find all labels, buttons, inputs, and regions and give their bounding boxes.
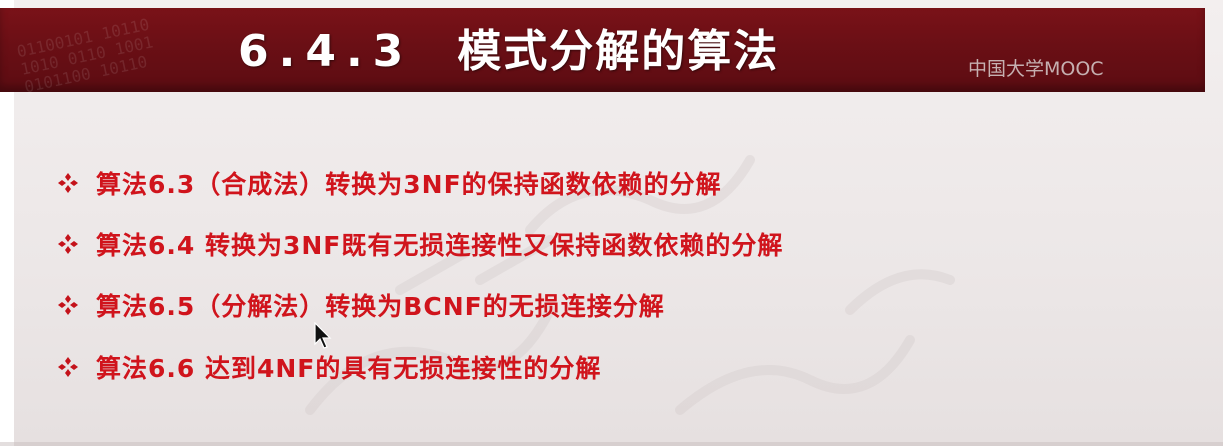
list-item: 算法6.6 达到4NF的具有无损连接性的分解 xyxy=(56,336,783,398)
four-diamond-bullet-icon xyxy=(58,357,78,377)
mooc-logo-watermark: 中国大学MOOC xyxy=(968,58,1104,80)
mouse-cursor-icon xyxy=(314,322,332,349)
bottom-edge xyxy=(0,442,1223,446)
title-bar: 01100101 10110 1010 0110 1001 0101100 10… xyxy=(0,8,1205,97)
bullet-text: 算法6.5（分解法）转换为BCNF的无损连接分解 xyxy=(96,292,665,321)
bullet-text: 算法6.3（合成法）转换为3NF的保持函数依赖的分解 xyxy=(96,170,722,199)
section-number: 6.4.3 xyxy=(238,26,414,77)
bullet-text: 算法6.4 转换为3NF既有无损连接性又保持函数依赖的分解 xyxy=(96,231,784,260)
list-item: 算法6.4 转换为3NF既有无损连接性又保持函数依赖的分解 xyxy=(56,214,783,274)
list-item: 算法6.3（合成法）转换为3NF的保持函数依赖的分解 xyxy=(56,152,783,214)
four-diamond-bullet-icon xyxy=(58,295,78,315)
slide: 01100101 10110 1010 0110 1001 0101100 10… xyxy=(0,0,1223,446)
four-diamond-bullet-icon xyxy=(58,173,78,193)
algorithm-list: 算法6.3（合成法）转换为3NF的保持函数依赖的分解 算法6.4 转换为3NF既… xyxy=(56,152,783,398)
list-item: 算法6.5（分解法）转换为BCNF的无损连接分解 xyxy=(56,274,783,336)
four-diamond-bullet-icon xyxy=(58,234,78,254)
slide-title: 6.4.3 模式分解的算法 xyxy=(238,20,779,84)
section-title: 模式分解的算法 xyxy=(457,26,780,77)
binary-decoration: 01100101 10110 1010 0110 1001 0101100 10… xyxy=(15,14,155,97)
bullet-text: 算法6.6 达到4NF的具有无损连接性的分解 xyxy=(96,354,602,383)
